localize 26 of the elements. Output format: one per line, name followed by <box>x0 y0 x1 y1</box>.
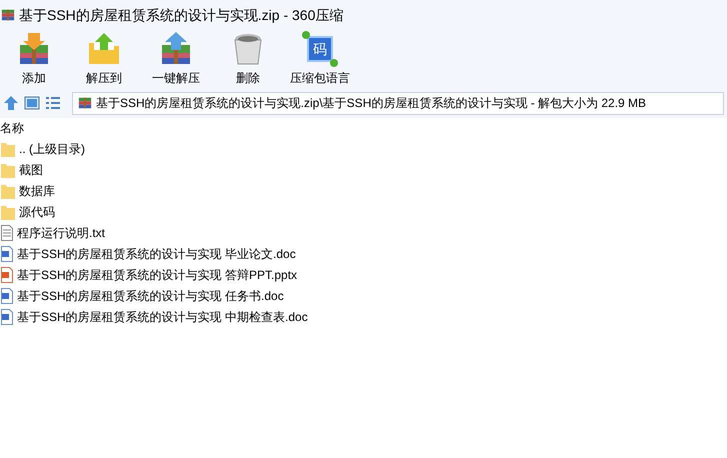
file-row[interactable]: 数据库 <box>0 180 727 201</box>
archive-icon <box>1 8 15 22</box>
file-row[interactable]: 截图 <box>0 159 727 180</box>
folder-icon <box>1 204 15 220</box>
toolbar-button[interactable]: 一键解压 <box>140 30 212 88</box>
file-row[interactable]: 基于SSH的房屋租赁系统的设计与实现 答辩PPT.pptx <box>0 264 727 285</box>
column-header[interactable]: 名称 <box>0 118 28 138</box>
file-row[interactable]: 源代码 <box>0 201 727 222</box>
folder-icon <box>1 182 15 198</box>
toolbar-button[interactable]: 解压到 <box>68 30 140 88</box>
window-title: 基于SSH的房屋租赁系统的设计与实现.zip - 360压缩 <box>19 6 344 25</box>
file-row[interactable]: 基于SSH的房屋租赁系统的设计与实现 毕业论文.doc <box>0 243 727 264</box>
list-view-icon[interactable] <box>45 95 61 111</box>
address-field[interactable]: 基于SSH的房屋租赁系统的设计与实现.zip\基于SSH的房屋租赁系统的设计与实现 - 解包大小为 22.9 MB <box>72 92 724 114</box>
file-row[interactable]: .. (上级目录) <box>0 138 727 159</box>
folder-icon <box>1 162 15 178</box>
toolbar-button[interactable]: 删除 <box>212 30 284 88</box>
window-view-icon[interactable] <box>24 95 40 111</box>
toolbar-button[interactable]: 添加 <box>0 30 68 88</box>
folder-icon <box>1 140 15 156</box>
file-row[interactable]: 基于SSH的房屋租赁系统的设计与实现 中期检查表.doc <box>0 306 727 327</box>
file-row[interactable]: 程序运行说明.txt <box>0 222 727 243</box>
archive-icon <box>78 96 92 110</box>
file-row[interactable]: 基于SSH的房屋租赁系统的设计与实现 任务书.doc <box>0 285 727 306</box>
toolbar-button[interactable]: 码 压缩包语言 <box>284 30 356 88</box>
up-arrow-icon[interactable] <box>3 95 19 111</box>
